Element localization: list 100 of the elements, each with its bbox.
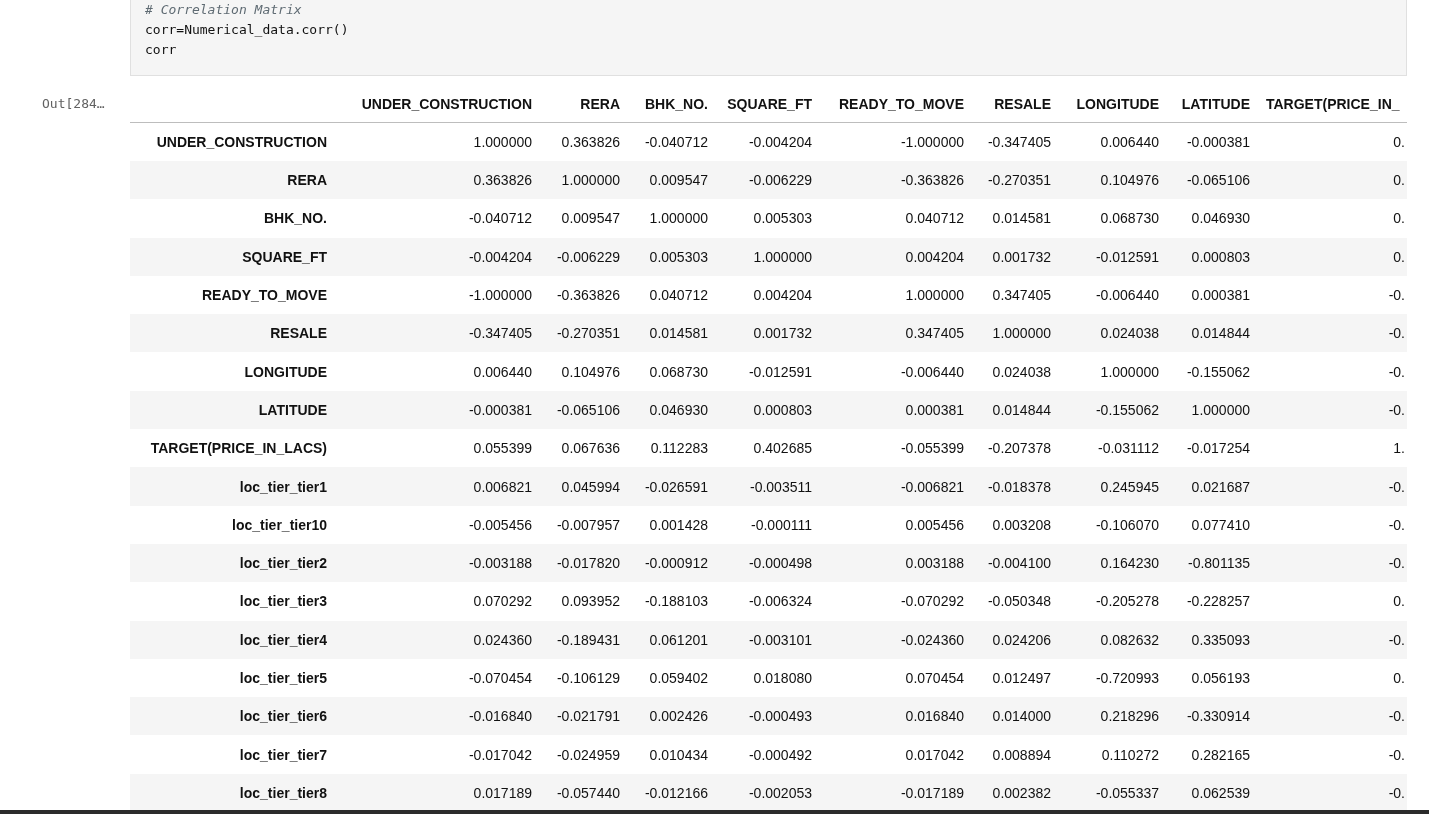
table-cell: -0.801135 [1167,543,1258,583]
table-cell: 0.017042 [820,735,972,774]
table-cell: -0.003511 [716,467,820,506]
table-cell: 0.010434 [628,735,716,774]
table-cell: -0.024360 [820,620,972,659]
code-cell[interactable]: # Correlation Matrix corr=Numerical_data.corr() corr [130,0,1407,76]
row-header: loc_tier_tier5 [130,658,335,698]
table-cell: 0.001732 [972,237,1059,276]
table-cell: -0.018378 [972,467,1059,506]
table-cell: -0. [1258,314,1407,353]
table-cell: -0. [1258,467,1407,506]
table-cell: 0.014581 [628,314,716,353]
table-cell: 0.335093 [1167,620,1258,659]
table-cell: -0.000111 [716,505,820,544]
table-cell: -0.031112 [1059,429,1167,468]
table-cell: -0.207378 [972,429,1059,468]
column-header: RESALE [972,86,1059,123]
row-header: loc_tier_tier10 [130,505,335,544]
table-cell: 1.000000 [628,199,716,238]
row-header: loc_tier_tier4 [130,620,335,659]
table-cell: -0.006229 [540,237,628,276]
table-cell: 0.024206 [972,620,1059,659]
table-cell: -0.347405 [972,122,1059,161]
table-cell: -0. [1258,352,1407,391]
row-header: RERA [130,161,335,200]
table-cell: -0. [1258,697,1407,736]
row-header: loc_tier_tier1 [130,467,335,506]
row-header: loc_tier_tier7 [130,735,335,774]
table-cell: 0.009547 [540,199,628,238]
column-header: TARGET(PRICE_IN_ [1258,86,1407,123]
table-cell: -0.017042 [335,735,540,774]
table-cell: 0.067636 [540,429,628,468]
table-cell: 0.110272 [1059,735,1167,774]
column-header: LONGITUDE [1059,86,1167,123]
table-cell: 0.068730 [1059,199,1167,238]
row-header: UNDER_CONSTRUCTION [130,122,335,161]
table-cell: -0.155062 [1059,390,1167,430]
column-header: READY_TO_MOVE [820,86,972,123]
table-cell: 0.363826 [335,161,540,200]
table-cell: -0.330914 [1167,697,1258,736]
table-cell: -0.270351 [540,314,628,353]
column-header: BHK_NO. [628,86,716,123]
row-header: LATITUDE [130,390,335,430]
column-header: UNDER_CONSTRUCTION [335,86,540,123]
table-cell: -0.057440 [540,773,628,813]
table-cell: -0.004204 [335,237,540,276]
table-cell: -0.012591 [716,352,820,391]
table-cell: -0. [1258,620,1407,659]
table-cell: 0.001428 [628,505,716,544]
table-cell: -0.228257 [1167,582,1258,621]
column-header: SQUARE_FT [716,86,820,123]
table-cell: -0.004100 [972,543,1059,583]
table-cell: -0.017189 [820,773,972,813]
table-cell: -0.106129 [540,658,628,698]
table-cell: -0.017254 [1167,429,1258,468]
table-cell: -0.347405 [335,314,540,353]
table-cell: 1.000000 [1167,390,1258,430]
table-cell: 0.012497 [972,658,1059,698]
table-cell: 0.003188 [820,543,972,583]
table-cell: 0.104976 [540,352,628,391]
table-cell: 0. [1258,122,1407,161]
table-cell: -0.002053 [716,773,820,813]
table-cell: -0. [1258,543,1407,583]
table-cell: -0.720993 [1059,658,1167,698]
table-cell: 0.056193 [1167,658,1258,698]
table-cell: 0.040712 [820,199,972,238]
table-cell: -0.006229 [716,161,820,200]
output-prompt: Out[284… [42,96,105,111]
table-cell: 0.002426 [628,697,716,736]
table-cell: 0.000381 [1167,275,1258,315]
table-cell: -0.000381 [335,390,540,430]
row-header: loc_tier_tier2 [130,543,335,583]
table-cell: -0.017820 [540,543,628,583]
table-cell: 0.093952 [540,582,628,621]
table-cell: -0.040712 [628,122,716,161]
table-cell: -0.363826 [820,161,972,200]
table-cell: 0.005303 [628,237,716,276]
table-cell: -0.007957 [540,505,628,544]
table-cell: 0. [1258,582,1407,621]
table-cell: 0.070292 [335,582,540,621]
row-header: loc_tier_tier6 [130,697,335,736]
table-cell: 0.006440 [335,352,540,391]
table-cell: 1. [1258,429,1407,468]
table-cell: -0.050348 [972,582,1059,621]
table-cell: 0.040712 [628,275,716,315]
table-cell: 0.014844 [1167,314,1258,353]
table-cell: 0.014000 [972,697,1059,736]
table-cell: -0.055399 [820,429,972,468]
row-header: BHK_NO. [130,199,335,238]
table-cell: -0.004204 [716,122,820,161]
table-cell: 0.021687 [1167,467,1258,506]
table-cell: 0.046930 [628,390,716,430]
table-cell: 0. [1258,658,1407,698]
table-cell: -0.012591 [1059,237,1167,276]
table-cell: 0.402685 [716,429,820,468]
table-cell: -0.205278 [1059,582,1167,621]
table-cell: 0.000803 [716,390,820,430]
table-cell: -0.003188 [335,543,540,583]
table-cell: 0.045994 [540,467,628,506]
row-header: READY_TO_MOVE [130,275,335,315]
